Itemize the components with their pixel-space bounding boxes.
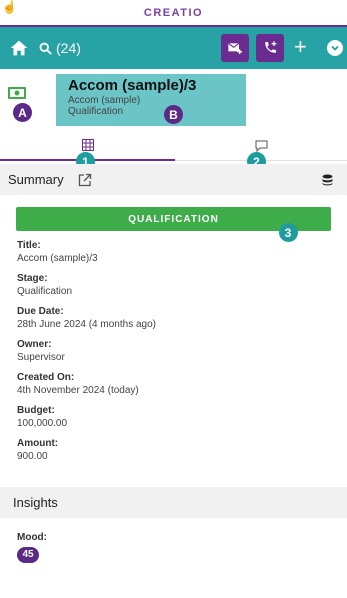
mood-field: Mood: 45 (0, 518, 347, 563)
badge-b: B (164, 105, 183, 124)
field-value: 4th November 2024 (today) (17, 385, 139, 396)
summary-section-header: Summary (0, 164, 347, 195)
record-header: A Accom (sample)/3 Accom (sample) Qualif… (0, 69, 347, 131)
field-label: Stage: (17, 273, 48, 284)
badge-3: 3 (279, 223, 298, 242)
record-stage: Qualification (68, 106, 124, 117)
chevron-down-icon[interactable] (327, 40, 343, 56)
field-value: 28th June 2024 (4 months ago) (17, 319, 156, 330)
mail-plus-icon (228, 42, 242, 54)
field-value: 100,000.00 (17, 418, 68, 429)
field-label: Amount: (17, 438, 59, 449)
search-count: (24) (56, 40, 81, 56)
field-due-date: Due Date: 28th June 2024 (4 months ago) (17, 305, 330, 331)
pointer-cursor-icon: ☝ (2, 0, 17, 14)
field-label: Title: (17, 240, 41, 251)
summary-fields: Title: Accom (sample)/3 Stage: Qualificati… (0, 231, 347, 463)
field-value: Accom (sample)/3 (17, 253, 98, 264)
stage-qualification-button[interactable]: QUALIFICATION 3 (16, 207, 331, 242)
record-subtitle: Accom (sample) (68, 95, 141, 106)
new-email-button[interactable] (221, 34, 249, 62)
field-value: Supervisor (17, 352, 65, 363)
mood-label: Mood: (17, 532, 47, 543)
new-call-button[interactable] (256, 34, 284, 62)
field-created-on: Created On: 4th November 2024 (today) (17, 371, 330, 397)
comment-icon (255, 140, 267, 152)
insights-title: Insights (13, 495, 58, 510)
grid-icon (81, 139, 94, 151)
field-label: Budget: (17, 405, 55, 416)
record-tabs: 1 2 (0, 131, 347, 171)
field-title: Title: Accom (sample)/3 (17, 239, 330, 265)
insights-section-header: Insights (0, 487, 347, 518)
stage-button-label: QUALIFICATION (128, 213, 219, 225)
search-icon (39, 42, 52, 55)
record-title-card: Accom (sample)/3 Accom (sample) Qualific… (56, 74, 246, 126)
badge-a: A (13, 103, 32, 122)
field-owner: Owner: Supervisor (17, 338, 330, 364)
field-value: 900.00 (17, 451, 48, 462)
brand-title: CREATIO (143, 6, 204, 19)
search-button[interactable]: (24) (38, 40, 81, 56)
open-external-icon[interactable] (78, 173, 92, 187)
summary-title: Summary (8, 172, 64, 187)
top-toolbar: (24) + (0, 27, 347, 69)
database-icon[interactable] (322, 174, 333, 186)
field-label: Due Date: (17, 306, 64, 317)
app-header: ☝ CREATIO (0, 0, 347, 27)
field-stage: Stage: Qualification (17, 272, 330, 298)
home-icon[interactable] (8, 37, 30, 59)
phone-plus-icon (265, 41, 277, 53)
field-budget: Budget: 100,000.00 (17, 404, 330, 430)
opportunity-icon (8, 87, 26, 99)
field-label: Owner: (17, 339, 52, 350)
field-amount: Amount: 900.00 (17, 437, 330, 463)
field-value: Qualification (17, 286, 73, 297)
field-label: Created On: (17, 372, 75, 383)
record-title: Accom (sample)/3 (68, 77, 197, 94)
add-icon[interactable]: + (294, 35, 307, 59)
mood-value-badge: 45 (17, 546, 39, 563)
